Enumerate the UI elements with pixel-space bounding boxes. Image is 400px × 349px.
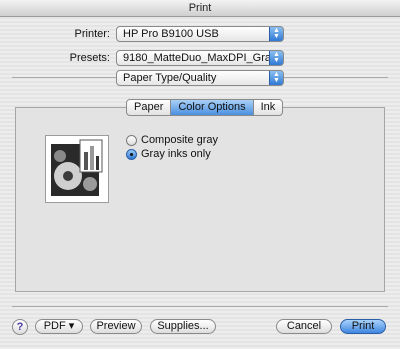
printer-label: Printer: [74,28,110,40]
updown-arrows-icon: ▲ ▼ [269,71,283,85]
print-dialog: Print Printer: HP Pro B9100 USB ▲ ▼ Prese… [0,0,400,349]
printer-popup[interactable]: HP Pro B9100 USB ▲ ▼ [116,26,284,42]
presets-value: 9180_MatteDuo_MaxDPI_Gray... [123,52,284,64]
composite-gray-label: Composite gray [141,134,219,146]
window-title: Print [0,0,400,17]
presets-popup[interactable]: 9180_MatteDuo_MaxDPI_Gray... ▲ ▼ [116,50,284,66]
cancel-button[interactable]: Cancel [276,319,332,334]
pdf-button[interactable]: PDF ▾ [35,319,83,334]
tab-bar: Paper Color Options Ink [126,99,284,116]
grayscale-flower-image [45,135,109,203]
presets-label: Presets: [69,52,110,64]
tab-paper[interactable]: Paper [127,100,172,115]
section-value: Paper Type/Quality [123,72,217,84]
gray-inks-only-radio[interactable] [126,148,137,160]
updown-arrows-icon: ▲ ▼ [269,27,283,41]
help-icon[interactable]: ? [12,319,28,335]
print-button[interactable]: Print [340,319,386,334]
preview-thumbnail [51,139,103,196]
tab-ink[interactable]: Ink [254,100,283,115]
composite-gray-radio[interactable] [126,134,137,146]
preview-button[interactable]: Preview [90,319,142,334]
footer-divider [12,306,388,307]
printer-value: HP Pro B9100 USB [123,28,219,40]
updown-arrows-icon: ▲ ▼ [269,51,283,65]
supplies-button[interactable]: Supplies... [150,319,216,334]
tab-color-options[interactable]: Color Options [171,100,254,115]
gray-inks-only-label: Gray inks only [141,148,211,160]
gray-inks-only-option[interactable]: Gray inks only [126,147,211,161]
composite-gray-option[interactable]: Composite gray [126,133,218,147]
section-popup[interactable]: Paper Type/Quality ▲ ▼ [116,70,284,86]
